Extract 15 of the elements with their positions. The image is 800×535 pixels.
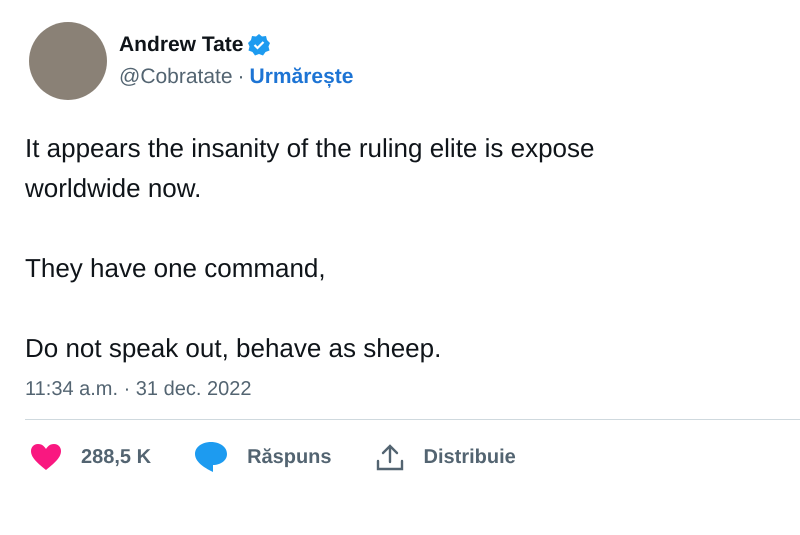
tweet-text-line: Do not speak out, behave as sheep. — [25, 332, 442, 365]
separator-dot: · — [238, 65, 245, 89]
share-button[interactable]: Distribuie — [376, 443, 516, 471]
heart-icon — [31, 444, 61, 470]
author-name: Andrew Tate — [119, 33, 244, 57]
tweet-text-line: They have one command, — [25, 252, 327, 285]
tweet-timestamp[interactable]: 11:34 a.m. · 31 dec. 2022 — [25, 378, 800, 401]
reply-button[interactable]: Răspuns — [195, 442, 332, 472]
speech-bubble-icon — [195, 442, 228, 472]
follow-link[interactable]: Urmărește — [250, 65, 354, 89]
like-button[interactable]: 288,5 K — [31, 444, 152, 470]
tweet-text-line: It appears the insanity of the ruling elite is expose — [25, 132, 596, 165]
share-icon — [376, 443, 404, 471]
tweet-text-line: worldwide now. — [25, 172, 202, 205]
author-handle: @Cobratate — [119, 65, 233, 89]
